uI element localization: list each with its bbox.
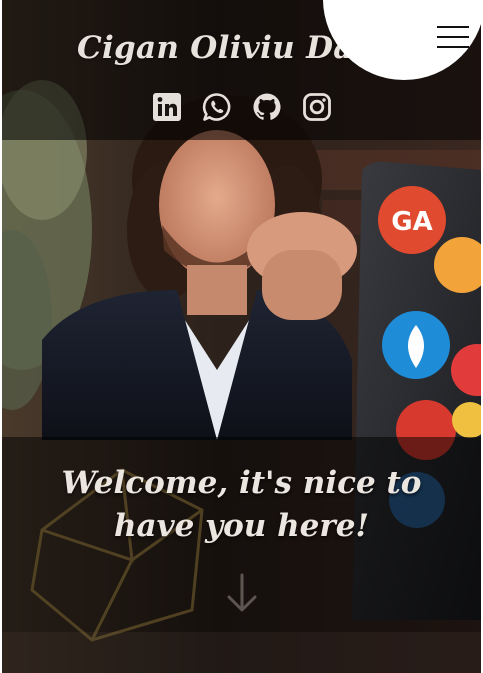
page: GA Cigan Oliviu David Welcome, it's nice… xyxy=(0,0,483,673)
instagram-link[interactable] xyxy=(302,92,332,122)
github-icon xyxy=(252,93,281,120)
social-links xyxy=(2,92,481,122)
hamburger-line xyxy=(437,46,469,48)
hamburger-menu-icon[interactable] xyxy=(437,22,469,52)
whatsapp-link[interactable] xyxy=(202,92,232,122)
whatsapp-icon xyxy=(202,93,230,121)
instagram-icon xyxy=(302,93,331,121)
hero-section: GA Cigan Oliviu David Welcome, it's nice… xyxy=(2,0,481,673)
hamburger-line xyxy=(437,26,469,28)
github-link[interactable] xyxy=(252,92,282,122)
linkedin-icon xyxy=(152,93,181,121)
arrow-down-icon[interactable] xyxy=(224,572,260,614)
welcome-heading: Welcome, it's nice to have you here! xyxy=(61,465,422,544)
linkedin-link[interactable] xyxy=(152,92,182,122)
hamburger-line xyxy=(437,36,469,38)
laptop-sticker-text: GA xyxy=(391,207,432,237)
